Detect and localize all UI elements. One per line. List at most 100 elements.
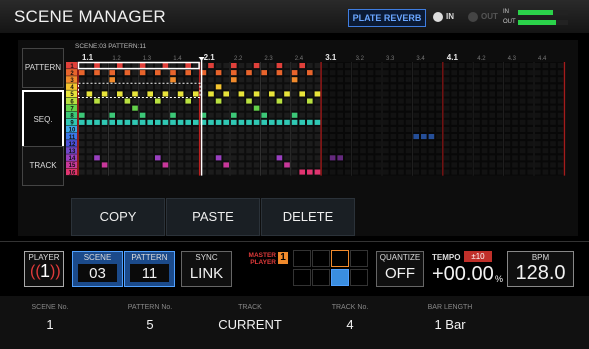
grid-cell: [101, 141, 108, 147]
grid-cell: [261, 84, 267, 90]
effect-badge[interactable]: PLATE REVERB: [348, 9, 426, 27]
grid-cell: [231, 155, 237, 161]
note-event: [223, 119, 229, 125]
note-event: [117, 91, 123, 97]
note-event: [155, 155, 161, 161]
grid-cell: [238, 162, 245, 168]
grid-cell: [109, 98, 115, 104]
grid-cell: [132, 63, 138, 69]
grid-cell: [124, 105, 131, 111]
grid-cell: [101, 98, 108, 104]
scene-value: 03: [89, 265, 106, 282]
grid-cell: [253, 84, 260, 90]
grid-cell: [215, 162, 222, 168]
grid-cell: [261, 77, 267, 83]
grid-cell: [132, 70, 138, 76]
grid-cell: [261, 105, 267, 111]
grid-cell: [215, 134, 222, 140]
grid-cell: [261, 162, 267, 168]
copy-button[interactable]: COPY: [71, 198, 165, 236]
tempo-range[interactable]: ±10: [464, 251, 492, 262]
grid-cell: [193, 169, 199, 175]
bar-label: 1.2: [112, 56, 121, 62]
note-event: [253, 105, 260, 111]
grid-cell: [215, 169, 222, 175]
grid-cell: [147, 84, 153, 90]
grid-cell: [253, 112, 260, 118]
scene-pattern-info: SCENE:03 PATTERN:11: [75, 43, 147, 50]
track-number: 13: [69, 149, 76, 155]
player-layout-grid[interactable]: [293, 250, 369, 286]
track-side-button[interactable]: TRACK: [22, 146, 64, 186]
note-event: [162, 162, 169, 168]
delete-button[interactable]: DELETE: [261, 198, 355, 236]
grid-cell: [162, 98, 169, 104]
grid-cell: [299, 98, 305, 104]
grid-cell: [177, 84, 184, 90]
grid-cell: [86, 169, 93, 175]
field-value[interactable]: 1: [0, 317, 100, 332]
bar-label: 4.4: [538, 56, 547, 62]
grid-cell: [299, 77, 305, 83]
grid-cell: [86, 98, 93, 104]
grid-cell: [208, 134, 214, 140]
grid-cell: [117, 169, 123, 175]
grid-cell: [147, 77, 153, 83]
note-event: [162, 119, 169, 125]
note-event: [94, 63, 100, 69]
grid-cell: [162, 134, 169, 140]
grid-cell: [253, 134, 260, 140]
field-label: TRACK No.: [331, 304, 369, 311]
grid-cell: [79, 91, 85, 97]
grid-cell: [124, 112, 131, 118]
grid-cell: [155, 169, 161, 175]
grid-cell: [101, 70, 108, 76]
field-value[interactable]: 1 Bar: [400, 317, 500, 332]
paste-button[interactable]: PASTE: [166, 198, 260, 236]
grid-cell: [253, 169, 260, 175]
grid-cell: [101, 155, 108, 161]
field-label: BAR LENGTH: [427, 304, 473, 311]
grid-cell: [139, 155, 146, 161]
grid-cell: [185, 134, 191, 140]
grid-cell: [291, 84, 298, 90]
note-event: [314, 119, 321, 125]
pattern-side-button[interactable]: PATTERN: [22, 48, 64, 88]
grid-cell: [307, 91, 313, 97]
seq-side-button[interactable]: SEQ.: [22, 90, 64, 150]
grid-cell: [139, 105, 146, 111]
field-value[interactable]: 4: [300, 317, 400, 332]
grid-cell: [139, 169, 146, 175]
note-event: [299, 63, 305, 69]
pattern-label: PATTERN: [131, 253, 168, 262]
grid-cell: [124, 126, 131, 132]
note-event: [231, 119, 237, 125]
grid-cell: [223, 141, 229, 147]
grid-cell: [238, 84, 245, 90]
note-event: [208, 63, 214, 69]
grid-cell: [215, 91, 222, 97]
track-number: 14: [69, 156, 76, 162]
meter-out-fill: [518, 20, 556, 25]
grid-cell: [291, 105, 298, 111]
note-event: [284, 162, 290, 168]
grid-cell: [155, 141, 161, 147]
note-event: [208, 119, 214, 125]
field-label: SCENE No.: [31, 304, 69, 311]
grid-cell: [269, 148, 275, 154]
grid-cell: [269, 70, 275, 76]
note-event: [215, 155, 222, 161]
grid-cell: [291, 98, 298, 104]
field-value[interactable]: CURRENT: [200, 317, 300, 332]
grid-cell: [147, 70, 153, 76]
grid-cell: [253, 148, 260, 154]
sequence-grid[interactable]: 1.1 1.2 1.3 1.4 2.1 2.2 2.3 2.4 3.1 3.2 3.3 3.4 4.1 4…: [66, 52, 566, 190]
note-event: [155, 70, 161, 76]
bpm-value: 128.0: [515, 262, 566, 284]
field-value[interactable]: 5: [100, 317, 200, 332]
grid-cell: [193, 70, 199, 76]
grid-cell: [299, 105, 305, 111]
grid-cell: [109, 84, 115, 90]
note-event: [86, 119, 93, 125]
grid-cell: [117, 126, 123, 132]
